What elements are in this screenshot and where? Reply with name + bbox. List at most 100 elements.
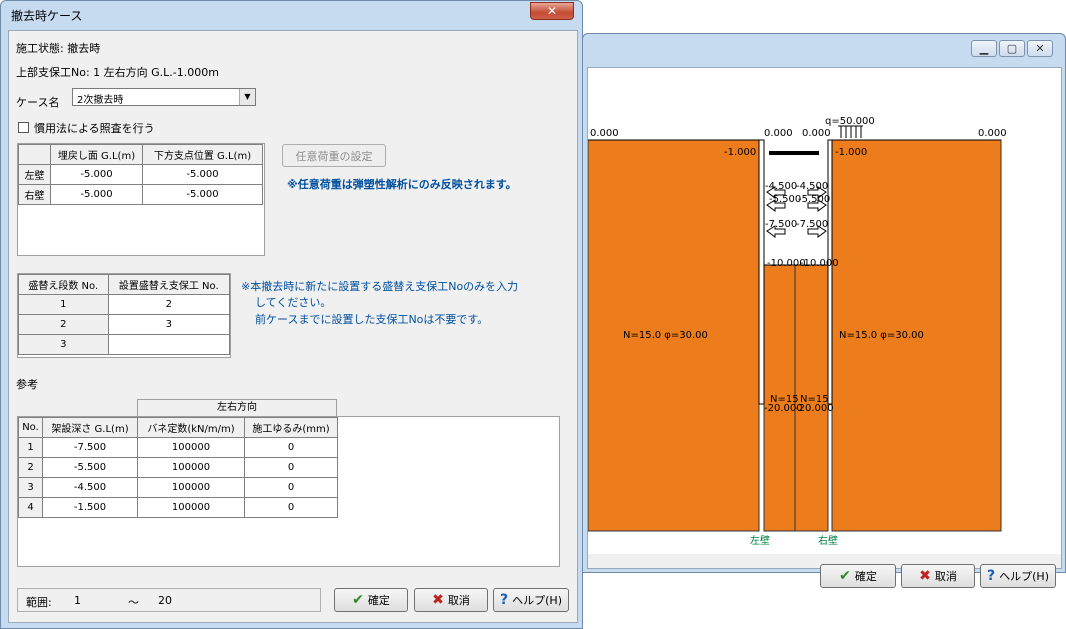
- replace-support-cell[interactable]: [107, 334, 231, 355]
- ref-slack-cell: 0: [244, 477, 338, 498]
- window-controls: ▁ ▢ ✕: [969, 40, 1053, 58]
- chevron-down-icon[interactable]: ▼: [239, 89, 255, 105]
- ref-no-cell: 1: [18, 437, 43, 458]
- back-ok-button[interactable]: ✔ 確定: [820, 564, 896, 588]
- removal-case-dialog: 撤去時ケース ✕ 施工状態: 撤去時 上部支保工No: 1 左右方向 G.L.-…: [0, 0, 583, 629]
- wall-support-cell[interactable]: -5.000: [142, 184, 263, 205]
- top-strut: [769, 151, 819, 155]
- close-icon[interactable]: ✕: [1027, 40, 1053, 57]
- replace-header-support: 設置盛替え支保工 No.: [107, 274, 231, 295]
- back-help-label: ヘルプ(H): [999, 570, 1049, 583]
- ref-spring-cell: 100000: [137, 437, 245, 458]
- surcharge-label: q=50.000: [825, 116, 875, 127]
- help-button[interactable]: ? ヘルプ(H): [493, 588, 569, 612]
- range-status: 範囲: 1 〜 20: [17, 588, 321, 612]
- back-help-button[interactable]: ? ヘルプ(H): [980, 564, 1056, 588]
- wall-bottom-right: -20.000: [795, 403, 834, 414]
- case-name-value: 2次撤去時: [77, 95, 124, 106]
- wall-left-label: 左壁: [750, 536, 770, 547]
- strut-level-left: -1.000: [724, 147, 757, 158]
- replace-stage-cell: 1: [18, 294, 109, 315]
- state-label: 施工状態: 撤去時: [16, 42, 101, 55]
- wall-row-name: 左壁: [18, 164, 51, 185]
- replace-stage-cell: 2: [18, 314, 109, 335]
- load-note: ※任意荷重は弾塑性解析にのみ反映されます。: [287, 178, 517, 191]
- wall-fill-cell[interactable]: -5.000: [50, 184, 143, 205]
- ref-header-no: No.: [18, 417, 43, 438]
- help-icon: ?: [987, 568, 996, 584]
- wall-fill-cell[interactable]: -5.000: [50, 164, 143, 185]
- table-row: 1 2: [18, 294, 231, 315]
- ref-spring-cell: 100000: [137, 497, 245, 518]
- replace-header-stage: 盛替え段数 No.: [18, 274, 109, 295]
- replace-stage-cell: 3: [18, 334, 109, 355]
- replace-note-2: してください。: [255, 296, 332, 309]
- table-row: 1 -7.500 100000 0: [18, 437, 338, 458]
- range-sep: 〜: [128, 596, 139, 609]
- temp-strut-3r: -7.500: [796, 219, 829, 230]
- help-icon: ?: [500, 592, 509, 608]
- load-setting-button[interactable]: 任意荷重の設定: [282, 144, 386, 167]
- replace-note-1: ※本撤去時に新たに設置する盛替え支保工Noのみを入力: [241, 280, 519, 293]
- maximize-icon[interactable]: ▢: [999, 40, 1025, 57]
- table-row: 3 -4.500 100000 0: [18, 477, 338, 498]
- table-row: 2 -5.500 100000 0: [18, 457, 338, 478]
- case-name-combo[interactable]: 2次撤去時 ▼: [72, 88, 256, 106]
- wall-table: 埋戻し面 G.L(m) 下方支点位置 G.L(m) 左壁 -5.000 -5.0…: [18, 144, 263, 205]
- ref-spring-cell: 100000: [137, 477, 245, 498]
- ok-label: 確定: [367, 594, 390, 607]
- conventional-check-checkbox[interactable]: [18, 122, 29, 133]
- minimize-icon[interactable]: ▁: [971, 40, 997, 57]
- wall-table-header-support: 下方支点位置 G.L(m): [142, 144, 263, 165]
- level-left-top: 0.000: [590, 128, 619, 139]
- table-row: 左壁 -5.000 -5.000: [18, 164, 263, 185]
- back-cancel-button[interactable]: ✖ 取消: [901, 564, 975, 588]
- ref-slack-cell: 0: [244, 437, 338, 458]
- temp-strut-2r: -5.500: [798, 194, 831, 205]
- table-row: 3: [18, 334, 231, 355]
- temp-strut-3: -7.500: [765, 219, 798, 230]
- ref-header-depth: 架設深さ G.L(m): [42, 417, 138, 438]
- check-icon: ✔: [839, 568, 851, 584]
- ref-depth-cell: -7.500: [42, 437, 138, 458]
- ref-group-header: 左右方向: [217, 402, 257, 413]
- table-row: 2 3: [18, 314, 231, 335]
- replace-support-cell[interactable]: 3: [107, 314, 231, 335]
- ref-depth-cell: -5.500: [42, 457, 138, 478]
- back-ok-label: 確定: [854, 570, 877, 583]
- cross-icon: ✖: [432, 592, 444, 608]
- replace-table-box: 盛替え段数 No. 設置盛替え支保工 No. 1 2 2 3 3: [17, 273, 231, 358]
- close-button[interactable]: ✕: [530, 2, 574, 20]
- level-mid-left-top: 0.000: [764, 128, 793, 139]
- wall-support-cell[interactable]: -5.000: [142, 164, 263, 185]
- strut-level-right: -1.000: [835, 147, 868, 158]
- wall-table-header-fill: 埋戻し面 G.L(m): [50, 144, 143, 165]
- soil-left-label: N=15.0 φ=30.00: [623, 330, 708, 341]
- dialog-title: 撤去時ケース: [11, 9, 83, 23]
- replace-note-3: 前ケースまでに設置した支保工Noは不要です。: [255, 313, 489, 326]
- temp-strut-1: -4.500: [765, 181, 798, 192]
- table-row: 右壁 -5.000 -5.000: [18, 184, 263, 205]
- replace-table: 盛替え段数 No. 設置盛替え支保工 No. 1 2 2 3 3: [18, 274, 231, 355]
- wall-table-corner: [18, 144, 51, 165]
- ref-spring-cell: 100000: [137, 457, 245, 478]
- ref-group-header-box: 左右方向: [137, 399, 337, 416]
- range-max: 20: [158, 594, 172, 607]
- wall-right: [827, 139, 833, 405]
- case-label: ケース名: [16, 96, 60, 109]
- conventional-check-label: 慣用法による照査を行う: [34, 122, 155, 135]
- cross-icon: ✖: [919, 568, 931, 584]
- ok-button[interactable]: ✔ 確定: [334, 588, 408, 612]
- replace-support-cell[interactable]: 2: [107, 294, 231, 315]
- reference-label: 参考: [16, 378, 38, 391]
- ref-depth-cell: -4.500: [42, 477, 138, 498]
- ref-slack-cell: 0: [244, 457, 338, 478]
- ref-depth-cell: -1.500: [42, 497, 138, 518]
- cancel-button[interactable]: ✖ 取消: [414, 588, 488, 612]
- range-min: 1: [74, 594, 81, 607]
- temp-strut-2: -5.500: [769, 194, 802, 205]
- wall-row-name: 右壁: [18, 184, 51, 205]
- wall-right-label: 右壁: [818, 536, 838, 547]
- results-window: ▁ ▢ ✕ q=50.000 0.000 0.000 0.000 0.000 -…: [582, 33, 1066, 588]
- help-label: ヘルプ(H): [512, 594, 562, 607]
